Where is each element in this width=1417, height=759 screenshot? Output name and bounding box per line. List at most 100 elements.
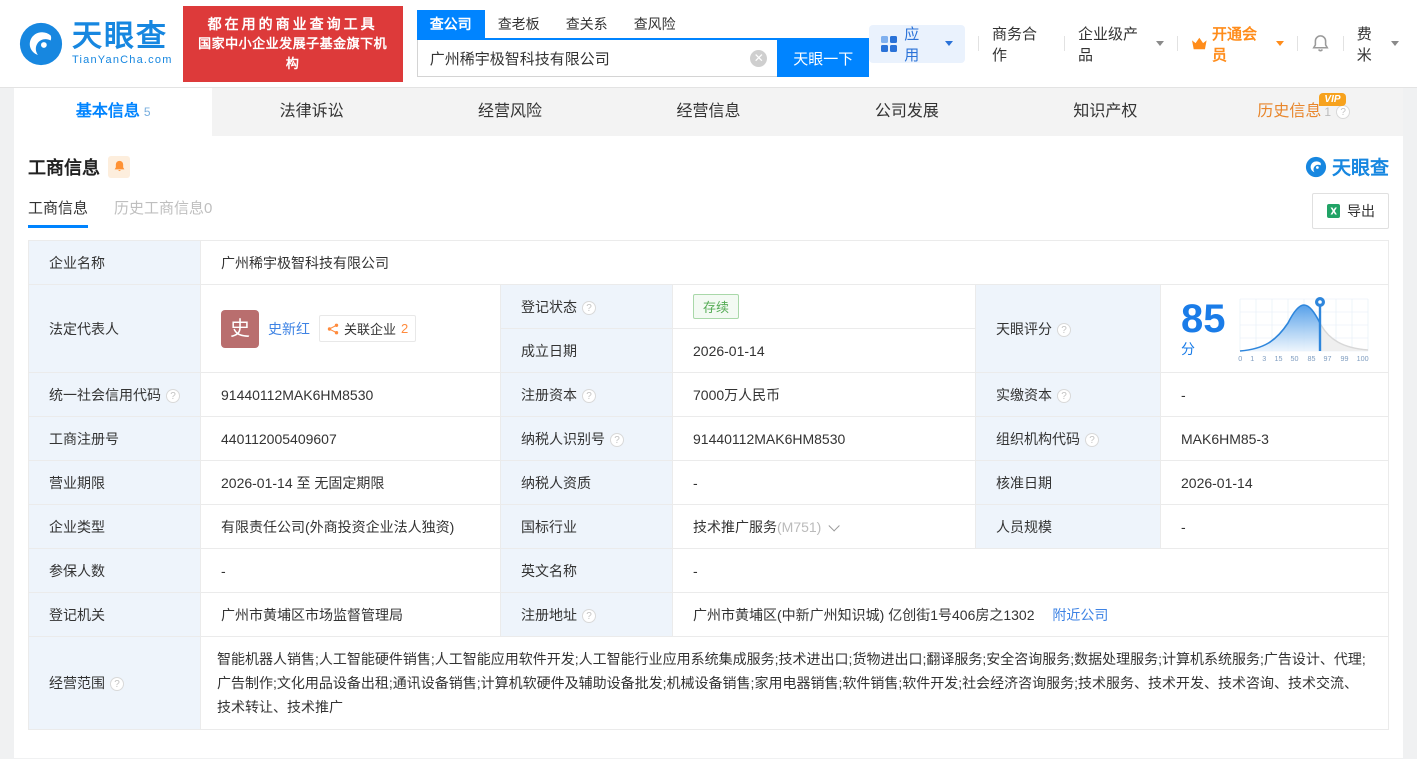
search-box: 查公司 查老板 查关系 查风险 ✕ 天眼一下 [417,10,870,77]
field-value-staff-size: - [1161,505,1389,549]
tab-company-development[interactable]: 公司发展 [808,88,1006,136]
top-header: 天眼查 TianYanCha.com 都在用的商业查询工具 国家中小企业发展子基… [0,0,1417,88]
brand-name: 天眼查 [72,22,173,52]
help-icon[interactable] [1057,389,1071,403]
tab-basic-info[interactable]: 基本信息5 [14,88,212,136]
score-unit: 分 [1181,341,1195,357]
notification-bell-icon[interactable] [1311,34,1330,53]
tianyancha-logo-icon [18,21,64,67]
nav-vip-membership[interactable]: 开通会员 [1191,23,1283,65]
bell-icon [113,160,126,173]
search-tab-risk[interactable]: 查风险 [621,10,689,38]
field-label-address: 注册地址 [501,593,673,637]
chevron-down-icon [945,41,953,46]
related-companies-badge[interactable]: 关联企业 2 [319,315,416,342]
divider [1177,36,1178,51]
help-icon[interactable] [166,389,180,403]
company-detail-tabs: 基本信息5 法律诉讼 经营风险 经营信息 公司发展 知识产权 历史信息VIP1 [14,88,1403,136]
field-label-business-term: 营业期限 [29,461,201,505]
divider [1343,36,1344,51]
field-label-business-scope: 经营范围 [29,637,201,730]
field-label-paid-capital: 实缴资本 [976,373,1161,417]
industry-code: (M751) [777,519,821,535]
chevron-down-icon [1156,41,1164,46]
nav-enterprise-products[interactable]: 企业级产品 [1078,23,1164,65]
help-icon[interactable] [610,433,624,447]
score-value: 85 [1181,297,1226,341]
apps-label: 应用 [904,23,933,65]
section-title: 工商信息 [28,154,100,180]
field-value-score: 85分 [1161,285,1389,373]
field-label-company-name: 企业名称 [29,241,201,285]
export-button[interactable]: 导出 [1312,193,1389,229]
search-tab-company[interactable]: 查公司 [417,10,485,38]
search-button[interactable]: 天眼一下 [777,40,869,77]
nearby-companies-link[interactable]: 附近公司 [1052,607,1108,623]
watermark-text: 天眼查 [1332,153,1389,180]
field-value-taxpayer-id: 91440112MAK6HM8530 [673,417,976,461]
divider [978,36,979,51]
field-value-address: 广州市黄埔区(中新广州知识城) 亿创街1号406房之1302 附近公司 [673,593,1389,637]
divider [1297,36,1298,51]
table-row: 企业名称 广州稀宇极智科技有限公司 [29,241,1389,285]
subtabs-row: 工商信息 历史工商信息0 导出 [14,186,1403,230]
nav-cooperation[interactable]: 商务合作 [992,23,1051,65]
subtab-business-info[interactable]: 工商信息 [28,192,88,230]
network-icon [327,323,339,335]
field-value-insured: - [201,549,501,593]
tab-history-info[interactable]: 历史信息VIP1 [1205,88,1403,136]
field-value-credit-code: 91440112MAK6HM8530 [201,373,501,417]
tab-legal-litigation[interactable]: 法律诉讼 [212,88,410,136]
field-label-industry: 国标行业 [501,505,673,549]
table-row: 经营范围 智能机器人销售;人工智能硬件销售;人工智能应用软件开发;人工智能行业应… [29,637,1389,730]
tab-operation-info[interactable]: 经营信息 [609,88,807,136]
apps-menu-button[interactable]: 应用 [869,25,965,63]
field-value-company-type: 有限责任公司(外商投资企业法人独资) [201,505,501,549]
field-label-approval-date: 核准日期 [976,461,1161,505]
promo-banner: 都在用的商业查询工具 国家中小企业发展子基金旗下机构 [183,6,403,82]
field-value-org-code: MAK6HM85-3 [1161,417,1389,461]
subscribe-bell-button[interactable] [108,156,130,178]
subtab-history-business-info[interactable]: 历史工商信息0 [114,192,212,230]
related-companies-count: 2 [401,321,408,336]
field-value-approval-date: 2026-01-14 [1161,461,1389,505]
search-tab-relation[interactable]: 查关系 [553,10,621,38]
search-tab-boss[interactable]: 查老板 [485,10,553,38]
field-value-reg-authority: 广州市黄埔区市场监督管理局 [201,593,501,637]
nav-user-account[interactable]: 费米 [1357,23,1399,65]
help-icon[interactable] [1336,105,1350,119]
tab-intellectual-property[interactable]: 知识产权 [1006,88,1204,136]
table-row: 法定代表人 史 史新红 关联企业 2 登记状态 存 [29,285,1389,329]
field-label-reg-status: 登记状态 [501,285,673,329]
tianyancha-logo[interactable]: 天眼查 TianYanCha.com [18,21,173,67]
search-input[interactable] [417,40,778,77]
legal-rep-avatar[interactable]: 史 [221,310,259,348]
help-icon[interactable] [582,389,596,403]
table-row: 工商注册号 440112005409607 纳税人识别号 91440112MAK… [29,417,1389,461]
field-value-business-scope: 智能机器人销售;人工智能硬件销售;人工智能应用软件开发;人工智能行业应用系统集成… [201,637,1389,730]
help-icon[interactable] [1057,323,1071,337]
crown-icon [1191,36,1208,51]
chevron-down-icon[interactable] [829,520,840,531]
field-label-staff-size: 人员规模 [976,505,1161,549]
help-icon[interactable] [582,609,596,623]
help-icon[interactable] [582,301,596,315]
table-row: 统一社会信用代码 91440112MAK6HM8530 注册资本 7000万人民… [29,373,1389,417]
help-icon[interactable] [1085,433,1099,447]
main-content-card: 基本信息5 法律诉讼 经营风险 经营信息 公司发展 知识产权 历史信息VIP1 … [14,88,1403,758]
field-value-reg-number: 440112005409607 [201,417,501,461]
help-icon[interactable] [110,677,124,691]
field-value-business-term: 2026-01-14 至 无固定期限 [201,461,501,505]
score-distribution-chart: 0131550859799100 [1238,295,1370,363]
field-label-legal-rep: 法定代表人 [29,285,201,373]
field-value-legal-rep: 史 史新红 关联企业 2 [201,285,501,373]
field-label-establish-date: 成立日期 [501,329,673,373]
divider [1064,36,1065,51]
legal-rep-name-link[interactable]: 史新红 [268,319,310,339]
tab-operation-risk[interactable]: 经营风险 [411,88,609,136]
business-info-table: 企业名称 广州稀宇极智科技有限公司 法定代表人 史 史新红 关联企业 2 [28,240,1389,730]
field-label-taxpayer-id: 纳税人识别号 [501,417,673,461]
field-label-company-type: 企业类型 [29,505,201,549]
promo-line2: 国家中小企业发展子基金旗下机构 [193,34,393,74]
field-label-taxpayer-quality: 纳税人资质 [501,461,673,505]
